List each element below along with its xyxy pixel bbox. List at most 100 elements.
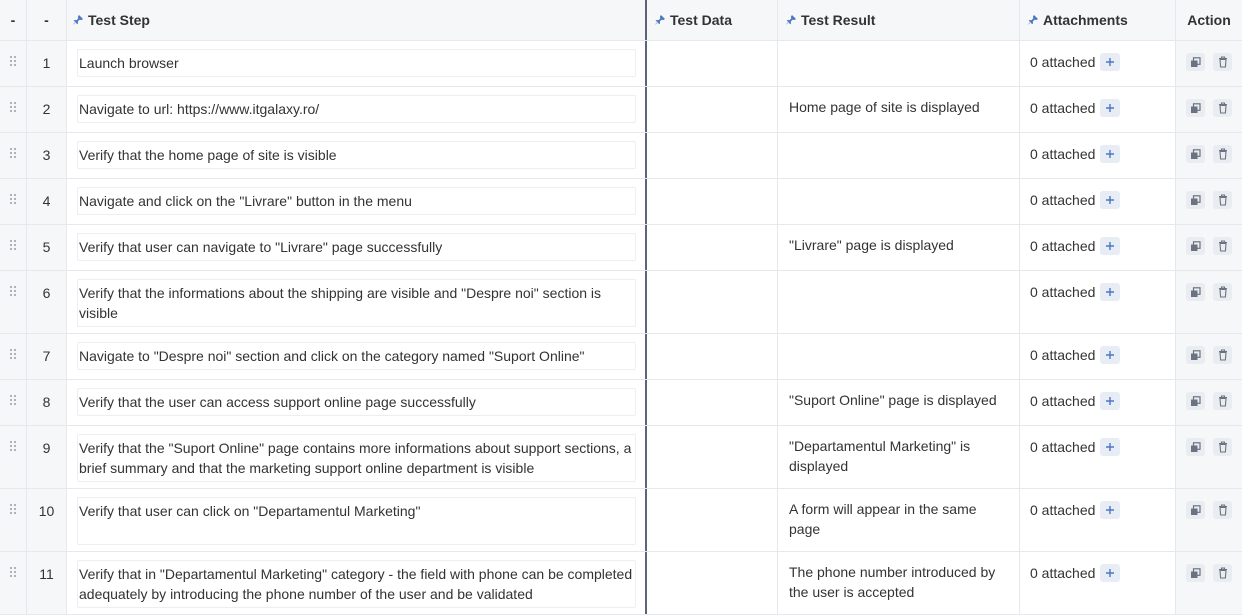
test-step-editor[interactable]: Verify that the informations about the s… <box>77 279 636 327</box>
test-data-cell[interactable] <box>647 87 778 132</box>
add-attachment-button[interactable] <box>1100 438 1121 456</box>
attachments-cell: 0 attached <box>1020 380 1176 425</box>
drag-handle[interactable] <box>0 489 27 551</box>
header-number[interactable]: - <box>27 0 67 40</box>
clone-step-button[interactable] <box>1186 145 1205 163</box>
delete-step-button[interactable] <box>1213 392 1232 410</box>
test-data-cell[interactable] <box>647 133 778 178</box>
attachments-count: 0 attached <box>1030 100 1096 116</box>
drag-handle[interactable] <box>0 380 27 425</box>
test-data-cell[interactable] <box>647 179 778 224</box>
drag-handle-icon[interactable] <box>9 193 17 205</box>
test-result-cell[interactable] <box>778 334 1020 379</box>
test-step-editor[interactable]: Verify that in "Departamentul Marketing"… <box>77 560 636 608</box>
delete-step-button[interactable] <box>1213 237 1232 255</box>
clone-step-button[interactable] <box>1186 237 1205 255</box>
drag-handle[interactable] <box>0 41 27 86</box>
test-step-editor[interactable]: Navigate and click on the "Livrare" butt… <box>77 187 636 215</box>
pin-icon[interactable] <box>1028 15 1038 25</box>
test-data-cell[interactable] <box>647 334 778 379</box>
delete-step-button[interactable] <box>1213 346 1232 364</box>
drag-handle[interactable] <box>0 334 27 379</box>
test-step-editor[interactable]: Navigate to "Despre noi" section and cli… <box>77 342 636 370</box>
drag-handle-icon[interactable] <box>9 440 17 452</box>
drag-handle[interactable] <box>0 87 27 132</box>
test-result-cell[interactable]: Home page of site is displayed <box>778 87 1020 132</box>
header-test-data[interactable]: Test Data <box>647 0 778 40</box>
drag-handle[interactable] <box>0 426 27 488</box>
delete-step-button[interactable] <box>1213 99 1232 117</box>
pin-icon[interactable] <box>655 15 665 25</box>
clone-step-button[interactable] <box>1186 392 1205 410</box>
drag-handle-icon[interactable] <box>9 348 17 360</box>
test-step-editor[interactable]: Verify that the home page of site is vis… <box>77 141 636 169</box>
delete-step-button[interactable] <box>1213 191 1232 209</box>
drag-handle[interactable] <box>0 179 27 224</box>
test-result-cell[interactable] <box>778 133 1020 178</box>
test-result-cell[interactable] <box>778 41 1020 86</box>
drag-handle-icon[interactable] <box>9 55 17 67</box>
drag-handle-icon[interactable] <box>9 285 17 297</box>
test-step-editor[interactable]: Navigate to url: https://www.itgalaxy.ro… <box>77 95 636 123</box>
header-attachments[interactable]: Attachments <box>1020 0 1176 40</box>
delete-step-button[interactable] <box>1213 501 1232 519</box>
test-step-editor[interactable]: Verify that user can navigate to "Livrar… <box>77 233 636 261</box>
header-test-result[interactable]: Test Result <box>778 0 1020 40</box>
add-attachment-button[interactable] <box>1100 501 1121 519</box>
add-attachment-button[interactable] <box>1100 346 1121 364</box>
test-step-editor[interactable]: Verify that the user can access support … <box>77 388 636 416</box>
drag-handle-icon[interactable] <box>9 503 17 515</box>
add-attachment-button[interactable] <box>1100 392 1121 410</box>
drag-handle[interactable] <box>0 225 27 270</box>
add-attachment-button[interactable] <box>1100 53 1121 71</box>
attachments-cell: 0 attached <box>1020 133 1176 178</box>
delete-step-button[interactable] <box>1213 283 1232 301</box>
clone-step-button[interactable] <box>1186 346 1205 364</box>
test-result-cell[interactable]: "Departamentul Marketing" is displayed <box>778 426 1020 488</box>
delete-step-button[interactable] <box>1213 53 1232 71</box>
drag-handle-icon[interactable] <box>9 239 17 251</box>
test-result-cell[interactable]: "Livrare" page is displayed <box>778 225 1020 270</box>
delete-step-button[interactable] <box>1213 438 1232 456</box>
add-attachment-button[interactable] <box>1100 564 1121 582</box>
row-actions <box>1176 271 1242 333</box>
pin-icon[interactable] <box>786 15 796 25</box>
drag-handle-icon[interactable] <box>9 566 17 578</box>
add-attachment-button[interactable] <box>1100 191 1121 209</box>
trash-icon <box>1218 286 1227 298</box>
drag-handle[interactable] <box>0 271 27 333</box>
add-attachment-button[interactable] <box>1100 145 1121 163</box>
trash-icon <box>1218 567 1227 579</box>
clone-step-button[interactable] <box>1186 53 1205 71</box>
clone-step-button[interactable] <box>1186 283 1205 301</box>
test-result-cell[interactable] <box>778 271 1020 333</box>
test-data-cell[interactable] <box>647 426 778 488</box>
drag-handle-icon[interactable] <box>9 147 17 159</box>
add-attachment-button[interactable] <box>1100 283 1121 301</box>
test-data-cell[interactable] <box>647 225 778 270</box>
test-step-editor[interactable]: Verify that the "Suport Online" page con… <box>77 434 636 482</box>
test-data-cell[interactable] <box>647 489 778 551</box>
add-attachment-button[interactable] <box>1100 99 1121 117</box>
test-data-cell[interactable] <box>647 380 778 425</box>
drag-handle-icon[interactable] <box>9 394 17 406</box>
clone-step-button[interactable] <box>1186 438 1205 456</box>
test-step-editor[interactable]: Verify that user can click on "Departame… <box>77 497 636 545</box>
test-result-cell[interactable]: "Suport Online" page is displayed <box>778 380 1020 425</box>
clone-step-button[interactable] <box>1186 99 1205 117</box>
delete-step-button[interactable] <box>1213 145 1232 163</box>
add-attachment-button[interactable] <box>1100 237 1121 255</box>
clone-step-button[interactable] <box>1186 564 1205 582</box>
test-step-editor[interactable]: Launch browser <box>77 49 636 77</box>
delete-step-button[interactable] <box>1213 564 1232 582</box>
test-data-cell[interactable] <box>647 271 778 333</box>
clone-step-button[interactable] <box>1186 191 1205 209</box>
header-test-step[interactable]: Test Step <box>67 0 647 40</box>
clone-step-button[interactable] <box>1186 501 1205 519</box>
drag-handle[interactable] <box>0 133 27 178</box>
test-result-cell[interactable] <box>778 179 1020 224</box>
test-data-cell[interactable] <box>647 41 778 86</box>
pin-icon[interactable] <box>73 15 83 25</box>
drag-handle-icon[interactable] <box>9 101 17 113</box>
test-result-cell[interactable]: A form will appear in the same page <box>778 489 1020 551</box>
